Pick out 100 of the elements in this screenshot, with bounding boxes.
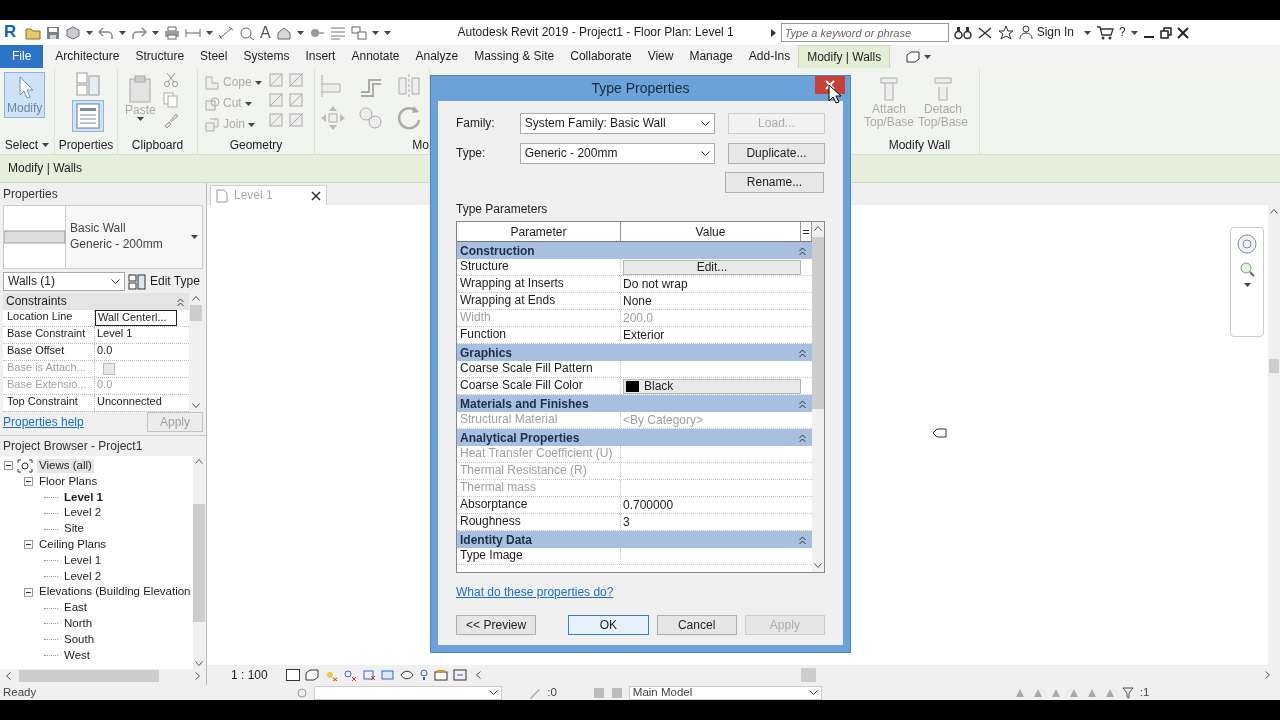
search-field[interactable]: Type a keyword or phrase [780, 23, 949, 42]
properties-help-link[interactable]: Properties help [3, 414, 84, 430]
scrollbar-thumb[interactable] [1269, 359, 1279, 373]
star-icon[interactable] [997, 25, 1014, 40]
caret-icon[interactable] [924, 54, 932, 59]
visual-style-icon[interactable] [304, 669, 319, 681]
caret-icon[interactable] [86, 30, 93, 35]
caret-icon[interactable] [119, 30, 126, 35]
rename-button[interactable]: Rename... [725, 172, 824, 193]
arrow-right-icon[interactable] [770, 28, 776, 37]
caret-icon[interactable] [42, 143, 50, 147]
view-scale[interactable]: 1 : 100 [231, 667, 268, 683]
edit-button[interactable]: Edit... [623, 259, 801, 275]
dialog-button[interactable]: OK [568, 614, 649, 635]
color-button[interactable]: Black [623, 378, 801, 394]
collapse-node-icon[interactable] [24, 587, 33, 597]
geometry-icon[interactable] [287, 112, 304, 128]
navigation-wheel-icon[interactable] [1236, 233, 1258, 255]
design-option-dropdown[interactable]: Main Model [628, 685, 822, 700]
dialog-button[interactable]: Cancel [656, 614, 737, 635]
scrollbar-thumb[interactable] [812, 237, 824, 410]
rotate-icon[interactable] [395, 104, 423, 132]
ribbon-tab[interactable]: Structure [127, 45, 193, 68]
ribbon-tab[interactable]: File [0, 45, 44, 68]
type-dropdown[interactable]: Generic - 200mm [519, 143, 715, 164]
tree-item[interactable]: Ceiling Plans [37, 538, 109, 552]
person-icon[interactable] [1018, 25, 1033, 40]
close-icon[interactable] [311, 190, 321, 201]
group-header[interactable]: Identity Data [457, 531, 812, 549]
ribbon-tab[interactable]: Annotate [343, 45, 408, 68]
caret-icon[interactable] [152, 30, 159, 35]
tree-item[interactable]: Level 2 [62, 569, 104, 584]
group-header[interactable]: Analytical Properties [457, 429, 812, 447]
caret-icon[interactable] [1084, 30, 1092, 35]
ribbon-tab[interactable]: View [639, 45, 682, 68]
ribbon-tab[interactable]: Massing & Site [466, 45, 563, 68]
dialog-button[interactable]: << Preview [456, 614, 537, 635]
ribbon-tab[interactable]: Modify | Walls [798, 45, 891, 68]
scroll-left-icon[interactable] [6, 672, 11, 680]
caret-icon[interactable] [296, 30, 304, 35]
help-button[interactable]: ? [1119, 25, 1126, 40]
ribbon-tab[interactable]: Steel [192, 45, 236, 68]
scrollbar-thumb[interactable] [19, 670, 159, 682]
filter-dropdown[interactable]: Walls (1) [3, 272, 125, 291]
tree-item[interactable]: Level 1 [62, 490, 105, 505]
tree-item[interactable]: East [62, 601, 89, 615]
sign-in-button[interactable]: Sign In [1018, 25, 1075, 40]
scroll-right-icon[interactable] [1265, 671, 1270, 679]
edit-type-icon[interactable] [128, 273, 146, 290]
collapse-node-icon[interactable] [24, 477, 33, 487]
reveal-elements-icon[interactable] [433, 669, 448, 681]
cube-icon[interactable] [65, 25, 81, 40]
ribbon-tab[interactable]: Collaborate [562, 45, 640, 68]
caret-icon[interactable] [206, 30, 213, 35]
scissors-icon[interactable] [162, 72, 179, 88]
scroll-down-icon[interactable] [195, 661, 204, 666]
tree-item[interactable]: Site [62, 522, 86, 536]
temporary-hide-icon[interactable] [399, 669, 414, 681]
value-field[interactable]: Wall Centerl... [95, 310, 177, 326]
paintbrush-icon[interactable] [162, 112, 179, 128]
binoculars-icon[interactable] [953, 25, 972, 40]
redo-arrow-icon[interactable] [131, 25, 147, 40]
text-tool[interactable]: A [260, 22, 271, 43]
tree-item[interactable]: Floor Plans [37, 474, 100, 489]
analytical-model-icon[interactable] [452, 669, 467, 681]
group-header[interactable]: Construction [457, 242, 812, 260]
geometry-icon[interactable] [287, 72, 304, 88]
scroll-up-icon[interactable] [195, 459, 204, 464]
app-logo[interactable]: R [4, 22, 20, 43]
scroll-down-icon[interactable] [192, 403, 200, 408]
family-dropdown[interactable]: System Family: Basic Wall [519, 113, 715, 134]
close-icon[interactable] [1176, 26, 1189, 39]
tree-item[interactable]: South [62, 632, 97, 647]
caret-icon[interactable] [1130, 30, 1138, 35]
shadows-icon[interactable] [342, 669, 357, 681]
select-dropdown[interactable]: Select [4, 137, 50, 153]
scrollbar-thumb[interactable] [190, 305, 202, 321]
caret-icon[interactable] [1243, 283, 1251, 287]
edit-type-button[interactable]: Edit Type [128, 273, 200, 290]
geometry-icon[interactable] [267, 72, 284, 88]
ribbon-tab[interactable]: Analyze [407, 45, 467, 68]
ribbon-tab[interactable]: Add-Ins [740, 45, 799, 68]
geometry-icon[interactable] [287, 92, 304, 108]
geometry-icon[interactable] [267, 92, 284, 108]
duplicate-button[interactable]: Duplicate... [727, 143, 825, 164]
scroll-down-icon[interactable] [814, 563, 822, 569]
tree-item[interactable]: Views (all) [37, 459, 94, 473]
group-header[interactable]: Graphics [457, 344, 812, 362]
house-icon[interactable] [275, 25, 292, 40]
geometry-icon[interactable] [267, 112, 284, 128]
scroll-left-icon[interactable] [475, 671, 481, 679]
ribbon-tab[interactable]: Insert [297, 45, 344, 68]
scrollbar-thumb[interactable] [193, 503, 206, 622]
tree-item[interactable]: North [62, 616, 95, 631]
tree-item[interactable]: West [62, 648, 92, 663]
light-bulb-icon[interactable] [418, 669, 429, 681]
collapse-node-icon[interactable] [24, 540, 33, 550]
close-button[interactable] [815, 76, 845, 94]
filter-icon[interactable] [1121, 686, 1134, 699]
zoom-icon[interactable] [1239, 261, 1255, 277]
